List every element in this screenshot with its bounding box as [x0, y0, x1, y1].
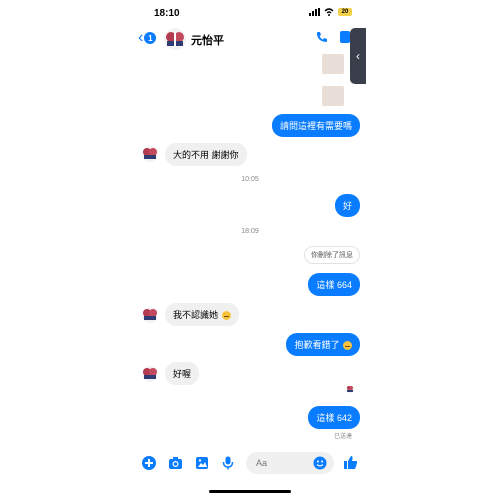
- outgoing-message[interactable]: 抱歉看錯了: [286, 333, 360, 356]
- unsent-message-notice: 你刪除了訊息: [304, 246, 360, 264]
- timestamp: 10:05: [241, 176, 259, 183]
- composer-bar: Aa: [134, 452, 366, 476]
- wifi-icon: [324, 8, 334, 16]
- message-text: 抱歉看錯了: [294, 340, 340, 350]
- emoji-icon[interactable]: [313, 456, 327, 470]
- smirk-emoji-icon: [221, 311, 231, 321]
- messenger-chat-screen: 18:10 20 ‹ 1 元怡平 ‹ 請問這裡有需要嗎 大的不用 謝謝你 10:…: [134, 0, 366, 500]
- message-input[interactable]: Aa: [246, 452, 334, 474]
- sad-emoji-icon: [343, 341, 352, 351]
- phone-icon[interactable]: [316, 31, 328, 43]
- incoming-message[interactable]: 大的不用 謝謝你: [165, 143, 247, 166]
- avatar[interactable]: [142, 307, 158, 323]
- microphone-icon[interactable]: [222, 456, 234, 470]
- message-text: 我不認識她: [173, 310, 219, 320]
- avatar[interactable]: [142, 366, 158, 382]
- signal-icon: [309, 8, 320, 16]
- shared-image[interactable]: [322, 86, 344, 106]
- timestamp: 18:09: [241, 228, 259, 235]
- shared-image[interactable]: [322, 54, 344, 74]
- contact-name[interactable]: 元怡平: [191, 32, 224, 48]
- delivery-status: 已送達: [333, 434, 352, 440]
- outgoing-message[interactable]: 好: [334, 194, 360, 217]
- message-input-placeholder: Aa: [256, 458, 268, 468]
- camera-icon[interactable]: [168, 456, 183, 470]
- incoming-message[interactable]: 好喔: [165, 362, 200, 385]
- avatar[interactable]: [164, 28, 186, 50]
- home-indicator: [209, 490, 291, 493]
- battery-icon: 20: [338, 8, 352, 16]
- outgoing-message[interactable]: 這樣 642: [308, 406, 360, 429]
- incoming-message[interactable]: 我不認識她: [165, 303, 239, 326]
- chevron-left-icon: ‹: [138, 29, 144, 46]
- plus-icon[interactable]: [142, 456, 156, 470]
- outgoing-message[interactable]: 請問這裡有需要嗎: [271, 114, 360, 137]
- unread-badge: 1: [144, 32, 157, 44]
- video-call-icon[interactable]: [340, 31, 350, 43]
- outgoing-message[interactable]: 這樣 664: [308, 273, 360, 296]
- side-panel-handle[interactable]: ‹: [350, 28, 366, 84]
- status-time: 18:10: [154, 8, 180, 19]
- avatar[interactable]: [142, 146, 158, 162]
- back-button[interactable]: ‹ 1: [138, 29, 157, 46]
- thumbs-up-icon[interactable]: [343, 455, 358, 470]
- status-icons: 20: [309, 8, 352, 16]
- gallery-icon[interactable]: [195, 456, 209, 470]
- chevron-left-icon: ‹: [356, 49, 360, 63]
- seen-avatar: [346, 385, 354, 393]
